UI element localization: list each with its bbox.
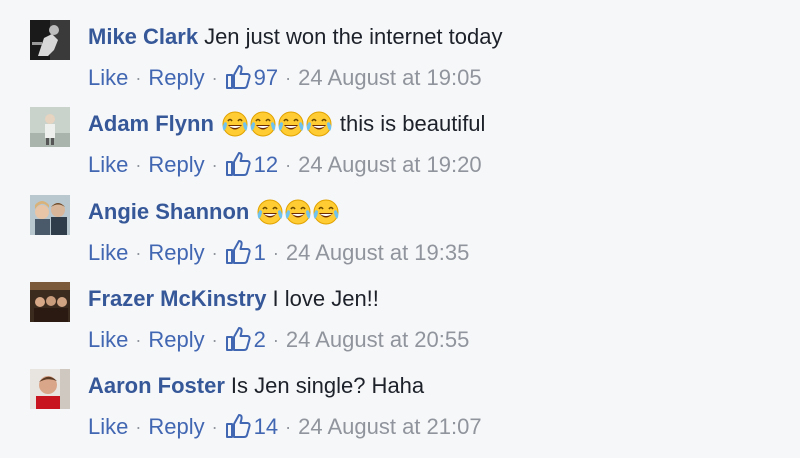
comment-timestamp[interactable]: 24 August at 19:35 bbox=[286, 238, 470, 268]
comment-author[interactable]: Angie Shannon bbox=[88, 197, 249, 227]
thumbs-up-icon[interactable] bbox=[225, 239, 251, 265]
comment-actions: Like · Reply · 2 · 24 August at 20:55 bbox=[88, 325, 469, 355]
comment-body: Aaron Foster Is Jen single? Haha bbox=[88, 371, 424, 401]
emoji-group bbox=[220, 109, 332, 139]
separator-dot: · bbox=[211, 155, 218, 175]
thumbs-up-icon[interactable] bbox=[225, 151, 251, 177]
comment-actions: Like · Reply · 97 · 24 August at 19:05 bbox=[88, 63, 482, 93]
comment-body: Frazer McKinstry I love Jen!! bbox=[88, 284, 379, 314]
separator-dot: · bbox=[211, 330, 218, 350]
comment-author[interactable]: Frazer McKinstry bbox=[88, 284, 267, 314]
separator-dot: · bbox=[211, 68, 218, 88]
separator-dot: · bbox=[135, 243, 142, 263]
tears-of-joy-emoji-icon bbox=[311, 197, 341, 227]
separator-dot: · bbox=[211, 417, 218, 437]
comment: Adam Flynn this is beautiful Like · Repl… bbox=[0, 107, 800, 194]
comment-author[interactable]: Adam Flynn bbox=[88, 109, 214, 139]
tears-of-joy-emoji-icon bbox=[255, 197, 285, 227]
tears-of-joy-emoji-icon bbox=[248, 109, 278, 139]
comment-text: Is Jen single? Haha bbox=[230, 373, 425, 398]
comment: Angie Shannon Like · Reply · 1 · 24 Augu… bbox=[0, 195, 800, 282]
comment-timestamp[interactable]: 24 August at 19:20 bbox=[298, 150, 482, 180]
comment-body: Adam Flynn this is beautiful bbox=[88, 109, 485, 139]
like-link[interactable]: Like bbox=[88, 325, 128, 355]
avatar[interactable] bbox=[30, 20, 70, 60]
avatar[interactable] bbox=[30, 195, 70, 235]
like-link[interactable]: Like bbox=[88, 412, 128, 442]
like-link[interactable]: Like bbox=[88, 238, 128, 268]
separator-dot: · bbox=[135, 68, 142, 88]
comment-body: Angie Shannon bbox=[88, 197, 347, 227]
tears-of-joy-emoji-icon bbox=[220, 109, 250, 139]
separator-dot: · bbox=[272, 330, 279, 350]
separator-dot: · bbox=[135, 417, 142, 437]
comment-author[interactable]: Mike Clark bbox=[88, 22, 198, 52]
comment-actions: Like · Reply · 12 · 24 August at 19:20 bbox=[88, 150, 482, 180]
like-link[interactable]: Like bbox=[88, 63, 128, 93]
comment-text: Jen just won the internet today bbox=[204, 24, 503, 49]
comment-author[interactable]: Aaron Foster bbox=[88, 371, 225, 401]
comment-timestamp[interactable]: 24 August at 19:05 bbox=[298, 63, 482, 93]
comment: Frazer McKinstry I love Jen!! Like · Rep… bbox=[0, 282, 800, 369]
like-count[interactable]: 97 bbox=[254, 63, 278, 93]
avatar[interactable] bbox=[30, 282, 70, 322]
emoji-group bbox=[255, 197, 339, 227]
tears-of-joy-emoji-icon bbox=[283, 197, 313, 227]
avatar[interactable] bbox=[30, 369, 70, 409]
thumbs-up-icon[interactable] bbox=[225, 413, 251, 439]
like-count[interactable]: 14 bbox=[254, 412, 278, 442]
separator-dot: · bbox=[135, 155, 142, 175]
separator-dot: · bbox=[211, 243, 218, 263]
comment-body: Mike Clark Jen just won the internet tod… bbox=[88, 22, 502, 52]
separator-dot: · bbox=[285, 68, 292, 88]
thumbs-up-icon[interactable] bbox=[225, 326, 251, 352]
comment-actions: Like · Reply · 14 · 24 August at 21:07 bbox=[88, 412, 482, 442]
tears-of-joy-emoji-icon bbox=[276, 109, 306, 139]
reply-link[interactable]: Reply bbox=[148, 325, 204, 355]
separator-dot: · bbox=[272, 243, 279, 263]
like-count[interactable]: 2 bbox=[254, 325, 266, 355]
avatar[interactable] bbox=[30, 107, 70, 147]
reply-link[interactable]: Reply bbox=[148, 63, 204, 93]
thumbs-up-icon[interactable] bbox=[225, 64, 251, 90]
comment-timestamp[interactable]: 24 August at 20:55 bbox=[286, 325, 470, 355]
like-count[interactable]: 12 bbox=[254, 150, 278, 180]
separator-dot: · bbox=[135, 330, 142, 350]
separator-dot: · bbox=[285, 417, 292, 437]
comment: Mike Clark Jen just won the internet tod… bbox=[0, 20, 800, 107]
comment-text: this is beautiful bbox=[339, 111, 486, 136]
like-count[interactable]: 1 bbox=[254, 238, 266, 268]
separator-dot: · bbox=[285, 155, 292, 175]
comment-list: Mike Clark Jen just won the internet tod… bbox=[0, 0, 800, 458]
reply-link[interactable]: Reply bbox=[148, 412, 204, 442]
reply-link[interactable]: Reply bbox=[148, 238, 204, 268]
like-link[interactable]: Like bbox=[88, 150, 128, 180]
comment-text: I love Jen!! bbox=[272, 286, 379, 311]
tears-of-joy-emoji-icon bbox=[304, 109, 334, 139]
comment-actions: Like · Reply · 1 · 24 August at 19:35 bbox=[88, 238, 469, 268]
comment-timestamp[interactable]: 24 August at 21:07 bbox=[298, 412, 482, 442]
comment: Aaron Foster Is Jen single? Haha Like · … bbox=[0, 369, 800, 456]
reply-link[interactable]: Reply bbox=[148, 150, 204, 180]
